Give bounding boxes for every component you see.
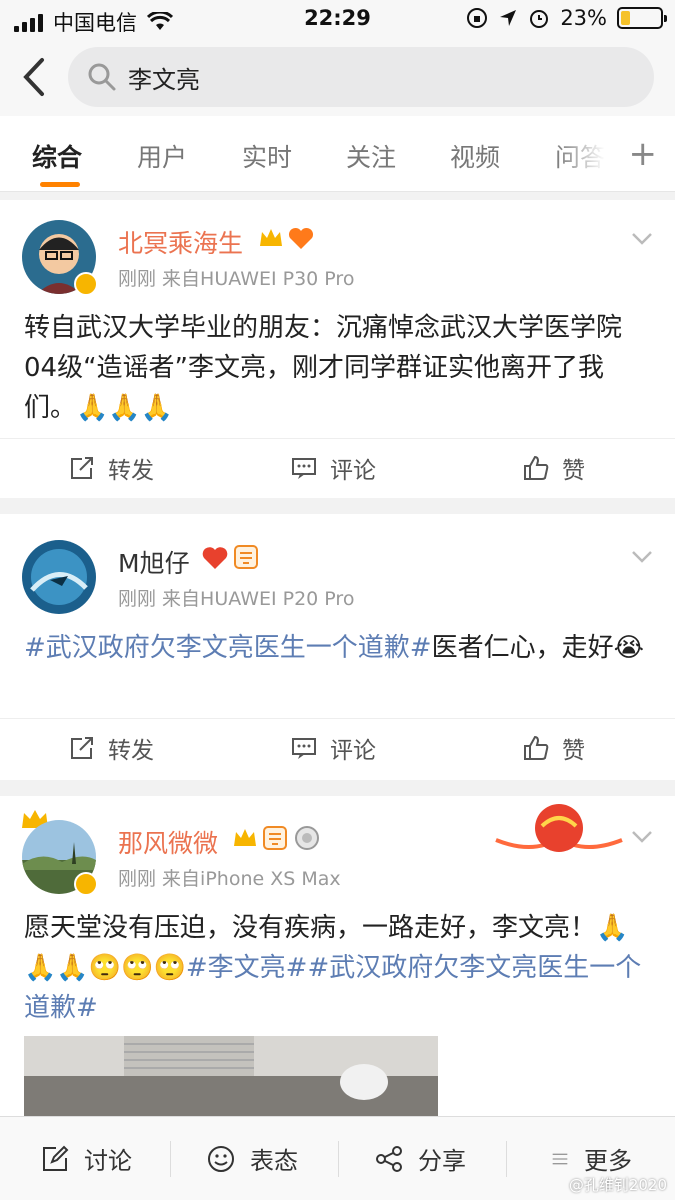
- search-input[interactable]: [128, 63, 608, 91]
- discuss-button[interactable]: 讨论: [40, 1141, 132, 1176]
- post-card[interactable]: M旭仔 刚刚 来自HUAWEI P20 Pro #武汉政府欠李文亮医生一个道歉#…: [0, 514, 675, 780]
- china-cheer-decoration-icon: [495, 804, 623, 852]
- yun-badge-icon: [234, 545, 258, 569]
- crown-icon: [234, 829, 256, 846]
- chevron-down-icon[interactable]: [631, 830, 653, 844]
- search-header: [0, 38, 675, 116]
- watermark: @孔维钊2020: [568, 1176, 667, 1194]
- tab-following[interactable]: 关注: [346, 138, 396, 174]
- medal-badge-icon: [295, 826, 319, 850]
- menu-icon: [552, 1153, 568, 1164]
- tab-video[interactable]: 视频: [450, 138, 500, 174]
- like-button[interactable]: 赞: [522, 731, 585, 765]
- comment-icon: [292, 458, 316, 479]
- post-text: #武汉政府欠李文亮医生一个道歉#医者仁心，走好😭: [24, 633, 644, 663]
- alarm-icon: [530, 10, 549, 28]
- topic-link[interactable]: #李文亮#: [186, 953, 308, 983]
- heart-icon: [288, 227, 314, 249]
- react-button[interactable]: 表态: [206, 1141, 298, 1176]
- crown-icon: [260, 229, 282, 246]
- like-button[interactable]: 赞: [522, 451, 585, 485]
- username[interactable]: 那风微微: [118, 824, 218, 860]
- smiley-icon: [208, 1145, 234, 1172]
- post-card[interactable]: 北冥乘海生 刚刚 来自HUAWEI P30 Pro 转自武汉大学毕业的朋友：沉痛…: [0, 200, 675, 498]
- tab-comprehensive[interactable]: 综合: [32, 138, 82, 174]
- post-meta: 刚刚 来自HUAWEI P30 Pro: [118, 268, 355, 290]
- repost-icon: [71, 457, 93, 479]
- verified-badge-icon: [74, 272, 98, 296]
- post-text: 转自武汉大学毕业的朋友：沉痛悼念武汉大学医学院04级“造谣者”李文亮，刚才同学群…: [24, 313, 623, 423]
- repost-button[interactable]: 转发: [68, 451, 154, 485]
- search-bar[interactable]: [68, 47, 654, 107]
- share-button[interactable]: 分享: [374, 1141, 466, 1176]
- username[interactable]: M旭仔: [118, 544, 190, 580]
- share-icon: [376, 1145, 402, 1172]
- back-arrow-icon[interactable]: [18, 56, 52, 98]
- tab-bar: 综合 用户 实时 关注 视频 问答 +: [0, 116, 675, 192]
- location-icon: [500, 10, 517, 26]
- repost-button[interactable]: 转发: [68, 731, 154, 765]
- cheer-badge-icon: [202, 547, 228, 569]
- avatar[interactable]: [22, 540, 96, 614]
- comment-button[interactable]: 评论: [290, 731, 376, 765]
- tab-realtime[interactable]: 实时: [242, 138, 292, 174]
- search-icon: [88, 63, 116, 91]
- post-meta: 刚刚 来自iPhone XS Max: [118, 868, 341, 890]
- thumbs-up-icon: [524, 455, 549, 480]
- crying-emoji: 😭: [613, 633, 644, 663]
- more-button[interactable]: 更多: [550, 1141, 632, 1176]
- status-bar: 中国电信 22:29 23%: [0, 0, 675, 38]
- comment-icon: [292, 738, 316, 759]
- battery-percent: 23%: [560, 6, 607, 30]
- post-card[interactable]: 那风微微 刚刚 来自iPhone XS Max 愿天堂没有压迫，没有疾病，一路走…: [0, 796, 675, 1116]
- post-text: 愿天堂没有压迫，没有疾病，一路走好，李文亮！🙏🙏🙏🙄🙄🙄#李文亮##武汉政府欠李…: [24, 913, 642, 1023]
- thumbs-up-icon: [524, 735, 549, 760]
- edit-icon: [43, 1145, 69, 1171]
- add-tab-icon[interactable]: +: [629, 134, 658, 174]
- action-bar: 转发 评论 赞: [0, 438, 675, 498]
- chevron-down-icon[interactable]: [631, 232, 653, 246]
- yun-badge-icon: [263, 826, 287, 850]
- action-bar: 转发 评论 赞: [0, 718, 675, 778]
- active-tab-indicator: [40, 182, 80, 187]
- post-meta: 刚刚 来自HUAWEI P20 Pro: [118, 588, 355, 610]
- tab-users[interactable]: 用户: [137, 138, 187, 174]
- username[interactable]: 北冥乘海生: [118, 224, 243, 260]
- chevron-down-icon[interactable]: [631, 550, 653, 564]
- pray-emoji: 🙏🙏🙏: [76, 393, 174, 423]
- orientation-lock-icon: [467, 8, 488, 28]
- comment-button[interactable]: 评论: [290, 451, 376, 485]
- topic-link[interactable]: #武汉政府欠李文亮医生一个道歉#: [24, 633, 432, 663]
- verified-badge-icon: [74, 872, 98, 896]
- post-image[interactable]: [24, 1036, 438, 1116]
- battery-icon: [617, 7, 667, 29]
- repost-icon: [71, 737, 93, 759]
